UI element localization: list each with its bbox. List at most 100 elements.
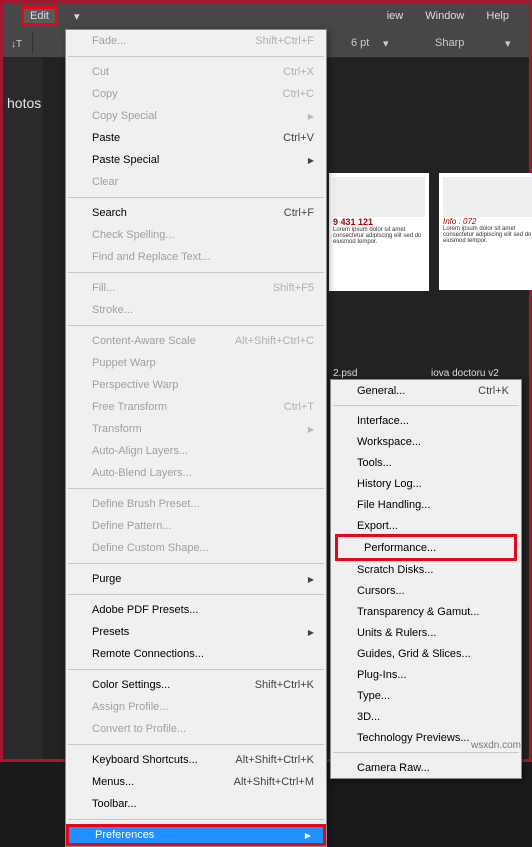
menu-item-auto-blend-layers: Auto-Blend Layers... xyxy=(66,462,326,484)
menu-item-toolbar[interactable]: Toolbar... xyxy=(66,793,326,815)
pref-item-tools[interactable]: Tools... xyxy=(331,452,521,473)
menu-item-label: Performance... xyxy=(364,542,436,554)
menu-item-preferences[interactable]: Preferences▶ xyxy=(66,824,326,846)
menu-item-adobe-pdf-presets[interactable]: Adobe PDF Presets... xyxy=(66,599,326,621)
menu-item-label: File Handling... xyxy=(357,499,430,511)
pref-item-d[interactable]: 3D... xyxy=(331,706,521,727)
menu-item-label: Cursors... xyxy=(357,585,405,597)
menu-item-define-pattern: Define Pattern... xyxy=(66,515,326,537)
menu-item-label: Scratch Disks... xyxy=(357,564,433,576)
edit-menu: Fade...Shift+Ctrl+FCutCtrl+XCopyCtrl+CCo… xyxy=(65,29,327,847)
menu-item-check-spelling: Check Spelling... xyxy=(66,224,326,246)
menu-item-label: Color Settings... xyxy=(92,679,170,691)
menu-item-label: Units & Rulers... xyxy=(357,627,436,639)
menu-item-label: Workspace... xyxy=(357,436,421,448)
menu-item-label: Puppet Warp xyxy=(92,357,156,369)
menu-item-label: Free Transform xyxy=(92,401,167,413)
menu-item-presets[interactable]: Presets▶ xyxy=(66,621,326,643)
font-size-field[interactable]: 6 pt xyxy=(351,37,369,49)
menu-item-fill: Fill...Shift+F5 xyxy=(66,277,326,299)
pref-item-scratch-disks[interactable]: Scratch Disks... xyxy=(331,559,521,580)
menu-item-label: Transform xyxy=(92,423,142,435)
menu-item-label: Transparency & Gamut... xyxy=(357,606,479,618)
menu-item-label: Plug-Ins... xyxy=(357,669,407,681)
menu-item-keyboard-shortcuts[interactable]: Keyboard Shortcuts... Alt+Shift+Ctrl+K xyxy=(66,749,326,771)
pref-item-interface[interactable]: Interface... xyxy=(331,410,521,431)
pref-item-workspace[interactable]: Workspace... xyxy=(331,431,521,452)
pref-item-export[interactable]: Export... xyxy=(331,515,521,536)
thumbnail-2[interactable]: Info : 072 Lorem ipsum dolor sit amet co… xyxy=(439,173,532,290)
menu-item-stroke: Stroke... xyxy=(66,299,326,321)
pref-item-guides-grid-slices[interactable]: Guides, Grid & Slices... xyxy=(331,643,521,664)
menu-item-label: Paste Special xyxy=(92,154,159,166)
pref-item-camera-raw[interactable]: Camera Raw... xyxy=(331,757,521,778)
menu-item-label: Keyboard Shortcuts... xyxy=(92,754,198,766)
menu-item-menus[interactable]: Menus...Alt+Shift+Ctrl+M xyxy=(66,771,326,793)
menu-shortcut: Ctrl+K xyxy=(478,385,509,397)
menu-item-label: Camera Raw... xyxy=(357,762,430,774)
thumb-caption-2: iova doctoru v2 xyxy=(431,368,499,379)
menu-separator xyxy=(68,819,324,820)
menu-item-label: Presets xyxy=(92,626,129,638)
menu-item-label: Technology Previews... xyxy=(357,732,470,744)
submenu-arrow-icon: ▶ xyxy=(308,575,314,584)
pref-item-units-rulers[interactable]: Units & Rulers... xyxy=(331,622,521,643)
pref-item-transparency-gamut[interactable]: Transparency & Gamut... xyxy=(331,601,521,622)
menubar-edit[interactable]: Edit xyxy=(21,6,58,26)
menu-item-label: Auto-Align Layers... xyxy=(92,445,188,457)
menu-item-cut: CutCtrl+X xyxy=(66,61,326,83)
pref-item-general[interactable]: General...Ctrl+K xyxy=(331,380,521,401)
menu-shortcut: Ctrl+F xyxy=(284,207,314,219)
sidebar-label: hotos xyxy=(3,93,45,113)
pref-item-history-log[interactable]: History Log... xyxy=(331,473,521,494)
menu-shortcut: Alt+Shift+Ctrl+K xyxy=(235,754,314,766)
dropdown-chevron-icon[interactable]: ▾ xyxy=(64,10,80,23)
menu-item-search[interactable]: Search Ctrl+F xyxy=(66,202,326,224)
tool-icon[interactable]: ↓T xyxy=(5,32,33,54)
menu-item-perspective-warp: Perspective Warp xyxy=(66,374,326,396)
pref-item-type[interactable]: Type... xyxy=(331,685,521,706)
menu-item-puppet-warp: Puppet Warp xyxy=(66,352,326,374)
pref-item-performance[interactable]: Performance... xyxy=(338,537,514,558)
menu-item-content-aware-scale: Content-Aware ScaleAlt+Shift+Ctrl+C xyxy=(66,330,326,352)
menu-item-label: Copy xyxy=(92,88,118,100)
menu-item-label: Define Brush Preset... xyxy=(92,498,200,510)
thumbnail-1[interactable]: 9 431 121 Lorem ipsum dolor sit amet con… xyxy=(329,173,429,291)
menu-item-remote-connections[interactable]: Remote Connections... xyxy=(66,643,326,665)
menubar-window[interactable]: Window xyxy=(415,6,474,26)
menu-item-label: Tools... xyxy=(357,457,392,469)
menu-item-find-and-replace-text: Find and Replace Text... xyxy=(66,246,326,268)
menu-item-label: Define Pattern... xyxy=(92,520,172,532)
menu-separator xyxy=(68,325,324,326)
menubar-view[interactable]: iew xyxy=(377,6,414,26)
menu-item-label: Define Custom Shape... xyxy=(92,542,209,554)
menu-item-label: Cut xyxy=(92,66,109,78)
menu-separator xyxy=(68,744,324,745)
font-size-chevron-icon[interactable]: ▾ xyxy=(383,37,389,50)
menu-item-label: Adobe PDF Presets... xyxy=(92,604,198,616)
submenu-arrow-icon: ▶ xyxy=(305,831,311,840)
pref-item-cursors[interactable]: Cursors... xyxy=(331,580,521,601)
submenu-arrow-icon: ▶ xyxy=(308,112,314,121)
menu-separator xyxy=(333,405,519,406)
pref-item-file-handling[interactable]: File Handling... xyxy=(331,494,521,515)
menu-item-define-custom-shape: Define Custom Shape... xyxy=(66,537,326,559)
menu-item-label: Fill... xyxy=(92,282,115,294)
menu-item-paste[interactable]: PasteCtrl+V xyxy=(66,127,326,149)
highlight-box: Performance... xyxy=(335,534,517,561)
menu-item-paste-special[interactable]: Paste Special▶ xyxy=(66,149,326,171)
menu-item-label: Export... xyxy=(357,520,398,532)
menu-item-color-settings[interactable]: Color Settings... Shift+Ctrl+K xyxy=(66,674,326,696)
antialias-chevron-icon[interactable]: ▾ xyxy=(505,37,511,50)
menu-item-label: Check Spelling... xyxy=(92,229,175,241)
menu-item-label: Search xyxy=(92,207,127,219)
menu-item-label: Assign Profile... xyxy=(92,701,168,713)
menu-shortcut: Shift+Ctrl+K xyxy=(255,679,314,691)
menu-item-label: Type... xyxy=(357,690,390,702)
menu-item-clear: Clear xyxy=(66,171,326,193)
menu-item-purge[interactable]: Purge▶ xyxy=(66,568,326,590)
menu-item-label: Guides, Grid & Slices... xyxy=(357,648,471,660)
menubar-help[interactable]: Help xyxy=(476,6,519,26)
pref-item-plug-ins[interactable]: Plug-Ins... xyxy=(331,664,521,685)
antialias-field[interactable]: Sharp xyxy=(435,37,464,49)
